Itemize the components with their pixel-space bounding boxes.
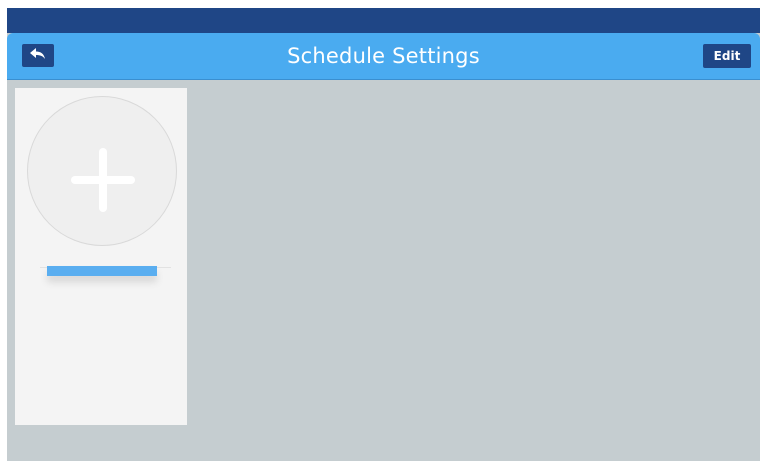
app-window: Schedule Settings Edit xyxy=(7,8,760,461)
add-schedule-button[interactable] xyxy=(27,96,177,246)
page-title: Schedule Settings xyxy=(287,44,480,68)
title-bar: Schedule Settings Edit xyxy=(7,33,760,80)
back-arrow-icon xyxy=(29,46,47,65)
status-bar xyxy=(7,8,760,33)
back-button[interactable] xyxy=(22,44,54,67)
edit-button[interactable]: Edit xyxy=(703,44,751,68)
schedule-name-bar xyxy=(47,266,157,276)
schedule-card xyxy=(15,88,187,425)
schedule-name-field[interactable] xyxy=(40,266,171,280)
